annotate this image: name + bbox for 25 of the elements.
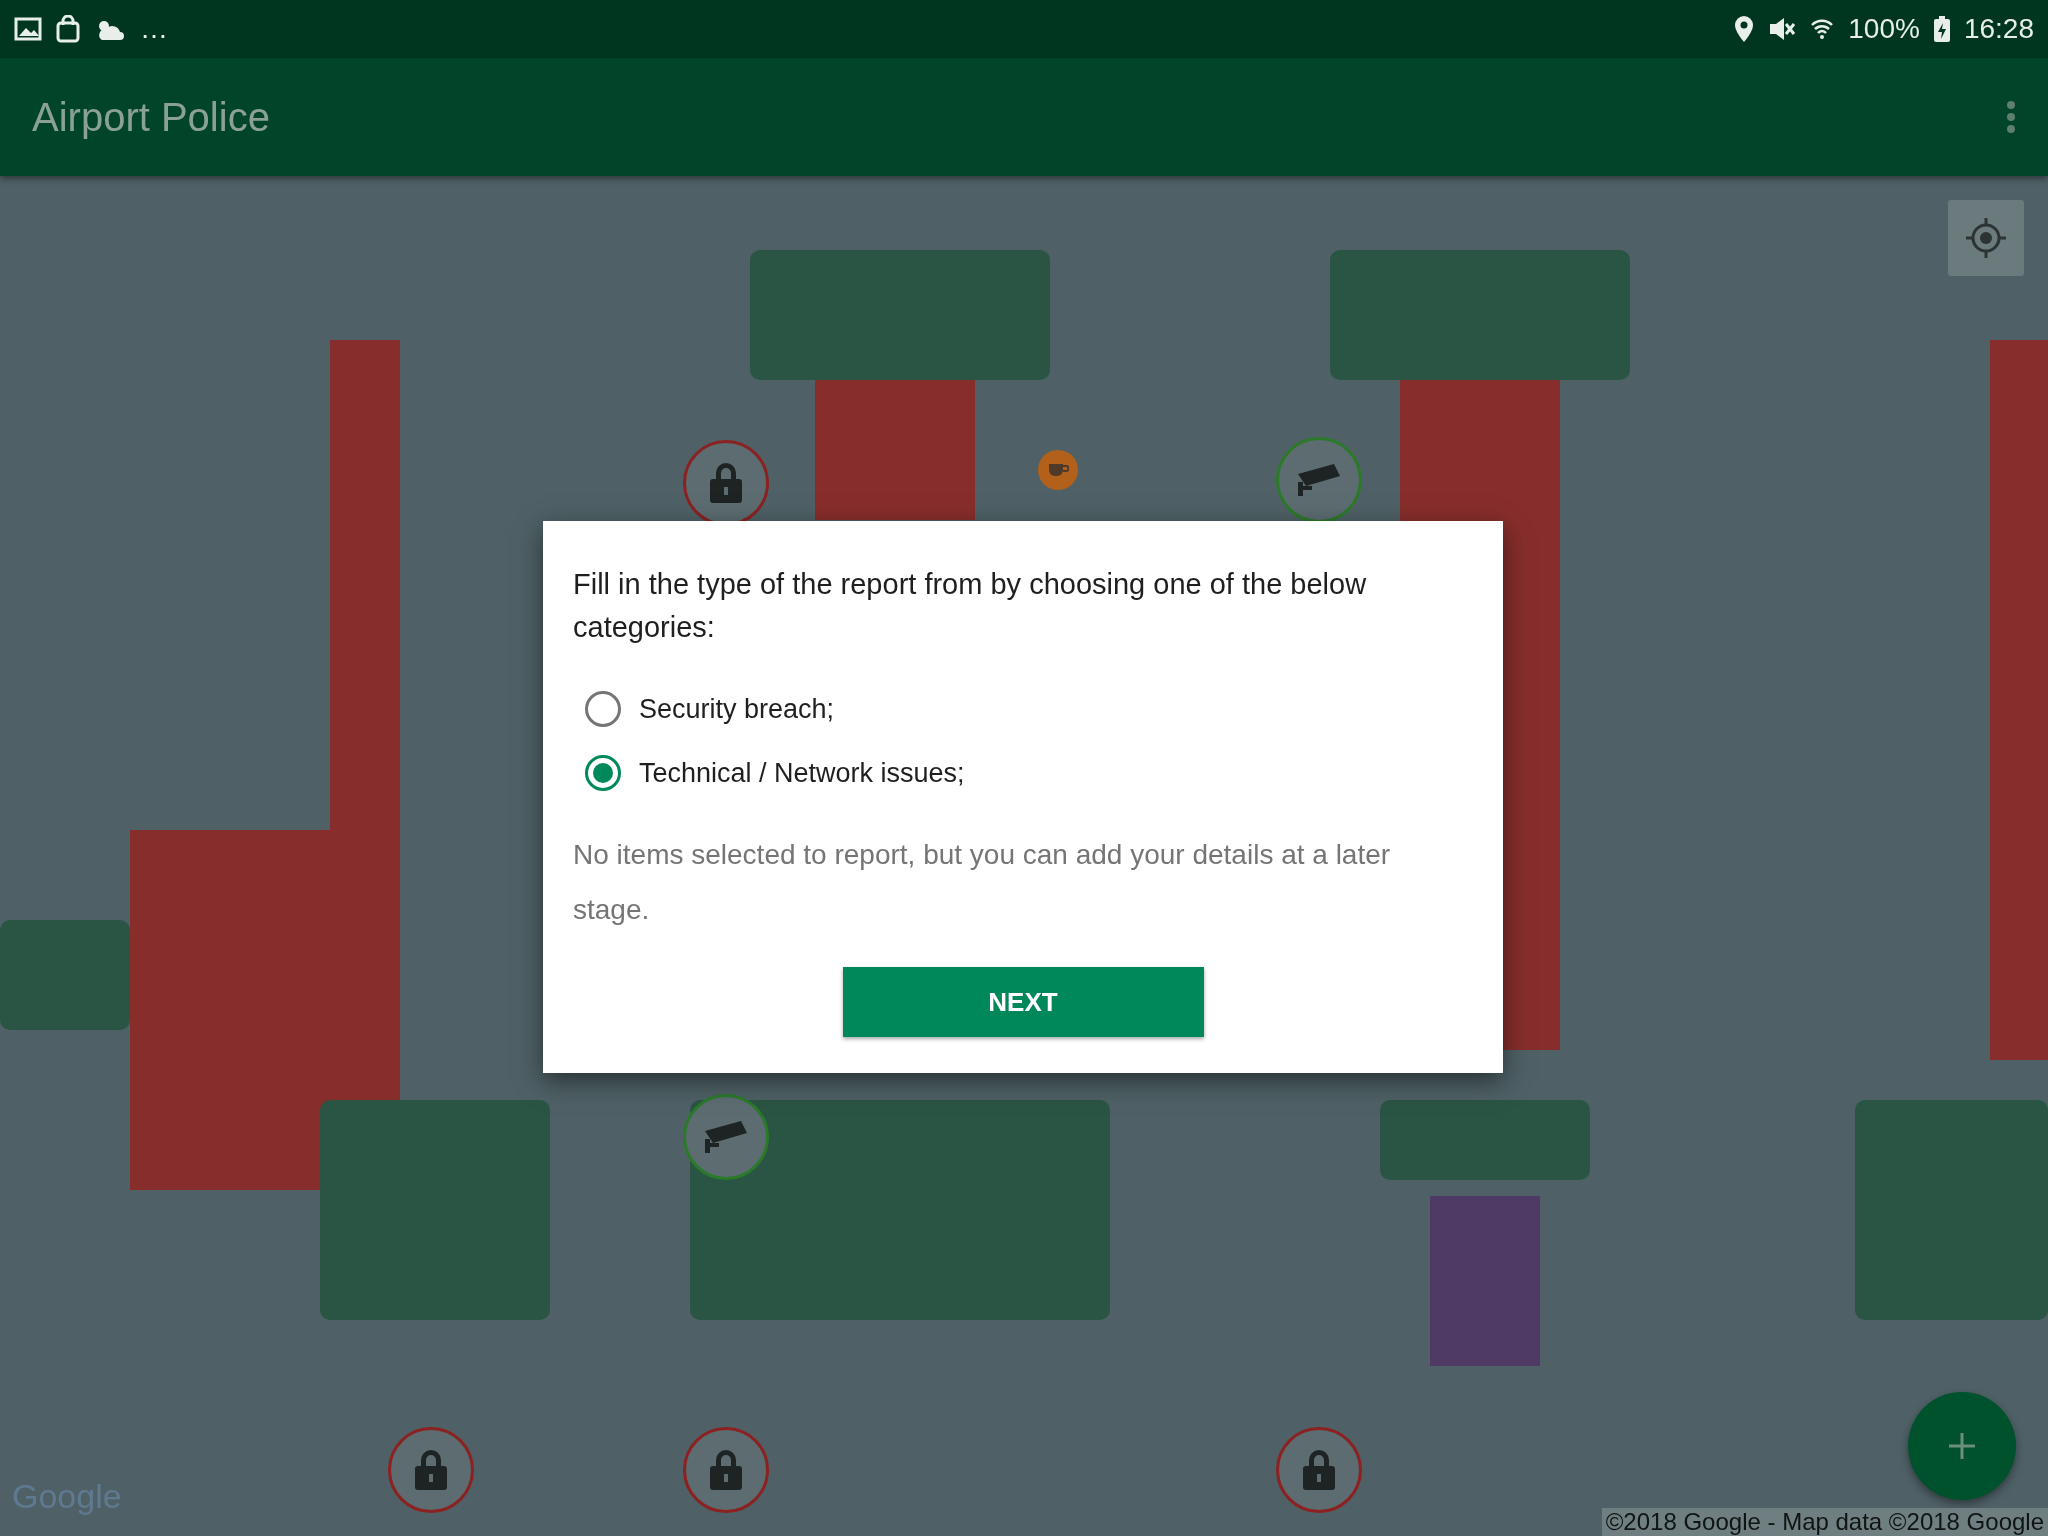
option-label: Technical / Network issues; bbox=[639, 757, 965, 789]
shopping-bag-icon bbox=[56, 15, 80, 43]
dialog-note: No items selected to report, but you can add your details at a later stage. bbox=[573, 838, 1392, 927]
clock-time: 16:28 bbox=[1963, 13, 2034, 45]
mute-icon bbox=[1768, 16, 1797, 42]
dialog-prompt: Fill in the type of the report from by choosing one of the below categories: bbox=[573, 567, 1368, 645]
next-button[interactable]: NEXT bbox=[842, 967, 1204, 1037]
battery-icon bbox=[1933, 16, 1950, 42]
app-title: Airport Police bbox=[32, 94, 270, 140]
notification-overflow: … bbox=[140, 13, 168, 45]
crosshair-icon bbox=[1964, 216, 2008, 260]
plus-icon bbox=[1947, 1431, 1977, 1461]
battery-percent: 100% bbox=[1848, 13, 1920, 45]
option-label: Security breach; bbox=[639, 693, 835, 725]
more-options-icon[interactable] bbox=[2006, 100, 2016, 134]
radio-option[interactable]: Security breach; bbox=[573, 677, 1473, 741]
cup-icon bbox=[1047, 462, 1069, 478]
radio-button[interactable] bbox=[585, 691, 621, 727]
map-attribution: ©2018 Google - Map data ©2018 Google bbox=[1601, 1508, 2048, 1536]
radio-button[interactable] bbox=[585, 755, 621, 791]
radio-option[interactable]: Technical / Network issues; bbox=[573, 741, 1473, 805]
wifi-icon bbox=[1810, 17, 1835, 41]
my-location-button[interactable] bbox=[1948, 200, 2024, 276]
location-icon bbox=[1734, 16, 1755, 42]
image-icon bbox=[14, 17, 42, 41]
